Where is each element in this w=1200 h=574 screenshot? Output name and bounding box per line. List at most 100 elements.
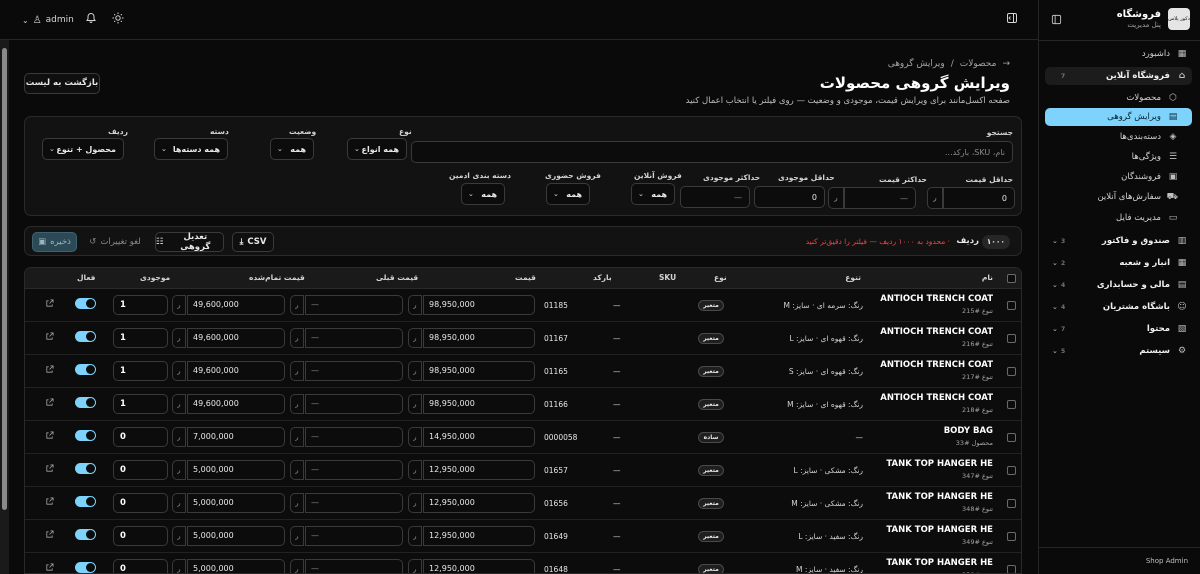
collapse-sidebar-icon[interactable] — [1051, 14, 1062, 28]
column-barcode[interactable]: بارکد — [593, 273, 612, 282]
external-link-icon[interactable] — [45, 398, 54, 409]
max-stock-input[interactable]: — — [680, 186, 750, 208]
sidebar-item[interactable]: ▧ محتوا 7 ⌄ — [1045, 320, 1192, 338]
bell-icon[interactable] — [83, 12, 99, 28]
cost-input[interactable]: 49,600,000 — [187, 394, 285, 414]
external-link-icon[interactable] — [45, 431, 54, 442]
breadcrumb-parent[interactable]: محصولات — [960, 59, 997, 69]
table-row[interactable]: ANTIOCH TRENCH COAT تنوع #218 رنگ: قهوه ای… — [25, 388, 1021, 421]
old-price-input[interactable]: — — [305, 427, 403, 447]
price-input[interactable]: 14,950,000 — [423, 427, 535, 447]
external-link-icon[interactable] — [45, 497, 54, 508]
select-all-checkbox[interactable] — [1007, 274, 1016, 283]
undo-changes-button[interactable]: ↺ لغو تغییرات — [85, 232, 145, 252]
back-to-list-button[interactable]: بازگشت به لیست — [24, 73, 100, 94]
row-checkbox[interactable] — [1007, 433, 1016, 442]
min-stock-input[interactable]: 0 — [754, 186, 825, 208]
price-input[interactable]: 98,950,000 — [423, 361, 535, 381]
cost-input[interactable]: 7,000,000 — [187, 427, 285, 447]
sidebar-item[interactable]: ☰ ویژگی‌ها — [1045, 148, 1192, 166]
min-price-input[interactable]: 0 — [943, 187, 1015, 209]
table-row[interactable]: TANK TOP HANGER HE تنوع #347 رنگ: مشکی · س… — [25, 454, 1021, 487]
external-link-icon[interactable] — [45, 365, 54, 376]
price-input[interactable]: 12,950,000 — [423, 559, 535, 573]
save-button[interactable]: ▣ ذخیره — [32, 232, 77, 252]
old-price-input[interactable]: — — [305, 460, 403, 480]
cost-input[interactable]: 49,600,000 — [187, 328, 285, 348]
csv-export-button[interactable]: ⤓ CSV — [232, 232, 274, 252]
active-toggle[interactable] — [75, 364, 96, 375]
stock-input[interactable]: 1 — [113, 361, 168, 381]
column-active[interactable]: فعال — [77, 273, 95, 282]
cost-input[interactable]: 5,000,000 — [187, 493, 285, 513]
inperson-sale-select[interactable]: همه ⌄ — [546, 183, 590, 205]
sidebar-item[interactable]: ⚙ سیستم 5 ⌄ — [1045, 342, 1192, 360]
max-price-input[interactable]: — — [844, 187, 916, 209]
column-price[interactable]: قیمت — [515, 273, 536, 282]
active-toggle[interactable] — [75, 562, 96, 573]
sidebar-item[interactable]: ▣ فروشندگان — [1045, 168, 1192, 186]
old-price-input[interactable]: — — [305, 526, 403, 546]
column-name[interactable]: نام — [982, 273, 993, 282]
sidebar-item[interactable]: ▭ مدیریت فایل — [1045, 209, 1192, 227]
column-variant[interactable]: تنوع — [845, 273, 861, 282]
sidebar-item[interactable]: ⌂ فروشگاه آنلاین 7 — [1045, 67, 1192, 85]
active-toggle[interactable] — [75, 331, 96, 342]
cost-input[interactable]: 5,000,000 — [187, 526, 285, 546]
row-checkbox[interactable] — [1007, 367, 1016, 376]
online-sale-select[interactable]: همه ⌄ — [631, 183, 675, 205]
price-input[interactable]: 98,950,000 — [423, 394, 535, 414]
stock-input[interactable]: 0 — [113, 460, 168, 480]
sidebar-item[interactable]: ▤ ویرایش گروهی — [1045, 108, 1192, 126]
sidebar-item[interactable]: ⬡ محصولات — [1045, 89, 1192, 107]
page-scrollbar[interactable] — [0, 40, 9, 574]
sidebar-item[interactable]: ▦ داشبورد — [1045, 45, 1192, 63]
stock-input[interactable]: 1 — [113, 394, 168, 414]
status-select[interactable]: همه ⌄ — [270, 138, 314, 160]
row-checkbox[interactable] — [1007, 334, 1016, 343]
price-input[interactable]: 12,950,000 — [423, 460, 535, 480]
external-link-icon[interactable] — [45, 332, 54, 343]
sidebar-toggle-icon[interactable] — [1004, 12, 1020, 28]
active-toggle[interactable] — [75, 397, 96, 408]
old-price-input[interactable]: — — [305, 295, 403, 315]
stock-input[interactable]: 1 — [113, 328, 168, 348]
external-link-icon[interactable] — [45, 464, 54, 475]
stock-input[interactable]: 0 — [113, 526, 168, 546]
user-menu[interactable]: ⌄ ♙ admin — [22, 12, 74, 28]
sidebar-item[interactable]: ◈ دسته‌بندی‌ها — [1045, 128, 1192, 146]
scrollbar-thumb[interactable] — [2, 48, 7, 510]
row-checkbox[interactable] — [1007, 400, 1016, 409]
row-checkbox[interactable] — [1007, 565, 1016, 573]
cost-input[interactable]: 49,600,000 — [187, 295, 285, 315]
stock-input[interactable]: 0 — [113, 493, 168, 513]
row-checkbox[interactable] — [1007, 499, 1016, 508]
table-row[interactable]: ANTIOCH TRENCH COAT تنوع #217 رنگ: قهوه ای… — [25, 355, 1021, 388]
old-price-input[interactable]: — — [305, 559, 403, 573]
external-link-icon[interactable] — [45, 530, 54, 541]
sidebar-item[interactable]: ⛟ سفارش‌های آنلاین — [1045, 188, 1192, 206]
table-row[interactable]: TANK TOP HANGER HE تنوع #348 رنگ: مشکی · س… — [25, 487, 1021, 520]
row-checkbox[interactable] — [1007, 532, 1016, 541]
table-row[interactable]: ANTIOCH TRENCH COAT تنوع #216 رنگ: قهوه ای… — [25, 322, 1021, 355]
old-price-input[interactable]: — — [305, 328, 403, 348]
column-cost[interactable]: قیمت تمام‌شده — [249, 273, 305, 282]
table-row[interactable]: BODY BAG محصول #33 — ساده — 0000058 14,950,000… — [25, 421, 1021, 454]
admin-category-select[interactable]: همه ⌄ — [461, 183, 505, 205]
active-toggle[interactable] — [75, 430, 96, 441]
column-sku[interactable]: SKU — [659, 273, 676, 282]
column-type[interactable]: نوع — [714, 273, 727, 282]
old-price-input[interactable]: — — [305, 361, 403, 381]
column-old-price[interactable]: قیمت قبلی — [376, 273, 418, 282]
sidebar-item[interactable]: ▦ انبار و شعبه 2 ⌄ — [1045, 254, 1192, 272]
type-select[interactable]: همه انواع ⌄ — [347, 138, 407, 160]
column-stock[interactable]: موجودی — [140, 273, 170, 282]
sidebar-item[interactable]: ▥ صندوق و فاکتور 3 ⌄ — [1045, 232, 1192, 250]
stock-input[interactable]: 0 — [113, 559, 168, 573]
table-row[interactable]: ANTIOCH TRENCH COAT تنوع #215 رنگ: سرمه ای… — [25, 289, 1021, 322]
price-input[interactable]: 98,950,000 — [423, 295, 535, 315]
sidebar-item[interactable]: ☺ باشگاه مشتریان 4 ⌄ — [1045, 298, 1192, 316]
sidebar-item[interactable]: ▤ مالی و حسابداری 4 ⌄ — [1045, 276, 1192, 294]
price-input[interactable]: 98,950,000 — [423, 328, 535, 348]
price-input[interactable]: 12,950,000 — [423, 526, 535, 546]
